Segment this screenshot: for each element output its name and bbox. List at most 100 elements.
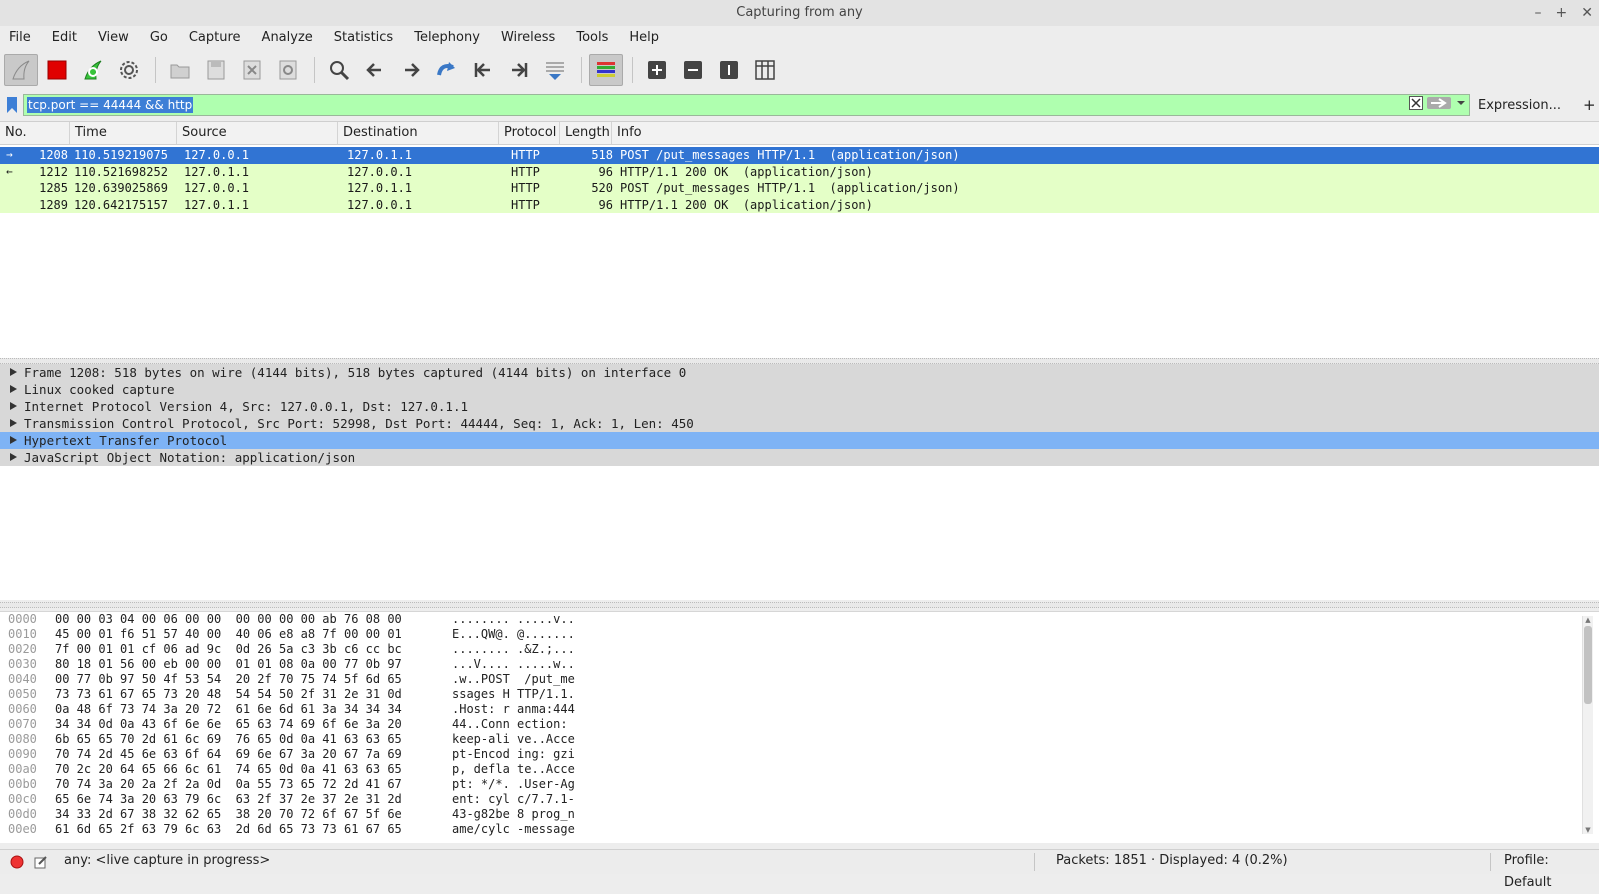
resize-columns-icon[interactable] bbox=[748, 54, 782, 86]
last-packet-icon[interactable] bbox=[502, 54, 536, 86]
menu-help[interactable]: Help bbox=[620, 30, 667, 45]
expert-info-icon[interactable] bbox=[10, 855, 24, 877]
byte-ascii: .w..POST /put_me bbox=[452, 672, 575, 686]
menu-view[interactable]: View bbox=[89, 30, 137, 45]
packet-protocol: HTTP bbox=[511, 164, 540, 179]
bytes-row[interactable]: 0060 0a 48 6f 73 74 3a 20 72 61 6e 6d 61 … bbox=[0, 702, 1599, 717]
bytes-row[interactable]: 0020 7f 00 01 01 cf 06 ad 9c 0d 26 5a c3 … bbox=[0, 642, 1599, 657]
col-header-time[interactable]: Time bbox=[70, 122, 177, 144]
menu-capture[interactable]: Capture bbox=[180, 30, 249, 45]
restart-capture-icon[interactable] bbox=[76, 54, 110, 86]
bytes-row[interactable]: 0040 00 77 0b 97 50 4f 53 54 20 2f 70 75 … bbox=[0, 672, 1599, 687]
packet-row[interactable]: 1289 120.642175157 127.0.1.1 127.0.0.1 H… bbox=[0, 196, 1599, 213]
profile-text[interactable]: Profile: Default bbox=[1504, 850, 1599, 894]
packet-row[interactable]: → 1208 110.519219075 127.0.0.1 127.0.1.1… bbox=[0, 147, 1599, 164]
col-header-no[interactable]: No. bbox=[0, 122, 70, 144]
bytes-row[interactable]: 00a0 70 2c 20 64 65 66 6c 61 74 65 0d 0a … bbox=[0, 762, 1599, 777]
packet-no: 1212 bbox=[39, 164, 68, 179]
byte-ascii: keep-ali ve..Acce bbox=[452, 732, 575, 746]
expand-triangle-icon[interactable] bbox=[10, 436, 17, 444]
add-filter-button[interactable]: + bbox=[1583, 96, 1596, 114]
col-header-source[interactable]: Source bbox=[177, 122, 338, 144]
minimize-button[interactable]: – bbox=[1535, 0, 1542, 26]
bytes-row[interactable]: 00e0 61 6d 65 2f 63 79 6c 63 2d 6d 65 73 … bbox=[0, 822, 1599, 837]
tree-item-label: Linux cooked capture bbox=[24, 382, 175, 397]
maximize-button[interactable]: + bbox=[1556, 0, 1568, 26]
zoom-out-icon[interactable] bbox=[676, 54, 710, 86]
byte-hex: 61 6d 65 2f 63 79 6c 63 2d 6d 65 73 73 6… bbox=[55, 822, 402, 836]
display-filter-text[interactable]: tcp.port == 44444 && http bbox=[27, 97, 194, 113]
menu-statistics[interactable]: Statistics bbox=[325, 30, 401, 45]
menu-tools[interactable]: Tools bbox=[567, 30, 616, 45]
normal-size-icon[interactable] bbox=[712, 54, 746, 86]
expression-button[interactable]: Expression... bbox=[1478, 98, 1561, 113]
tree-item-tcp[interactable]: Transmission Control Protocol, Src Port:… bbox=[0, 415, 1599, 432]
bytes-row[interactable]: 00b0 70 74 3a 20 2a 2f 2a 0d 0a 55 73 65 … bbox=[0, 777, 1599, 792]
bytes-row[interactable]: 0070 34 34 0d 0a 43 6f 6e 6e 65 63 74 69 … bbox=[0, 717, 1599, 732]
tree-item-frame[interactable]: Frame 1208: 518 bytes on wire (4144 bits… bbox=[0, 364, 1599, 381]
close-window-button[interactable]: ✕ bbox=[1581, 0, 1593, 26]
bytes-row[interactable]: 0080 6b 65 65 70 2d 61 6c 69 76 65 0d 0a … bbox=[0, 732, 1599, 747]
tree-item-label: Hypertext Transfer Protocol bbox=[24, 433, 228, 448]
tree-item-json[interactable]: JavaScript Object Notation: application/… bbox=[0, 449, 1599, 466]
capture-options-gear-icon[interactable] bbox=[112, 54, 146, 86]
bytes-row[interactable]: 0010 45 00 01 f6 51 57 40 00 40 06 e8 a8 … bbox=[0, 627, 1599, 642]
bytes-scrollbar[interactable]: ▲ ▼ bbox=[1582, 616, 1593, 834]
expand-triangle-icon[interactable] bbox=[10, 402, 17, 410]
bytes-row[interactable]: 00c0 65 6e 74 3a 20 63 79 6c 63 2f 37 2e … bbox=[0, 792, 1599, 807]
go-to-packet-icon[interactable] bbox=[430, 54, 464, 86]
packet-row[interactable]: ← 1212 110.521698252 127.0.1.1 127.0.0.1… bbox=[0, 163, 1599, 180]
find-packet-magnifier-icon[interactable] bbox=[322, 54, 356, 86]
byte-hex: 0a 48 6f 73 74 3a 20 72 61 6e 6d 61 3a 3… bbox=[55, 702, 402, 716]
save-file-icon[interactable] bbox=[199, 54, 233, 86]
open-file-folder-icon[interactable] bbox=[163, 54, 197, 86]
scroll-down-icon[interactable]: ▼ bbox=[1583, 826, 1593, 834]
zoom-in-icon[interactable] bbox=[640, 54, 674, 86]
clear-filter-icon[interactable] bbox=[1409, 96, 1423, 114]
byte-ascii: 43-g82be 8 prog_n bbox=[452, 807, 575, 821]
menu-analyze[interactable]: Analyze bbox=[253, 30, 321, 45]
packet-row[interactable]: 1285 120.639025869 127.0.0.1 127.0.1.1 H… bbox=[0, 180, 1599, 197]
col-header-destination[interactable]: Destination bbox=[338, 122, 499, 144]
go-back-arrow-icon[interactable] bbox=[358, 54, 392, 86]
byte-offset: 00b0 bbox=[8, 777, 37, 791]
menu-file[interactable]: File bbox=[0, 30, 39, 45]
first-packet-icon[interactable] bbox=[466, 54, 500, 86]
menu-go[interactable]: Go bbox=[141, 30, 176, 45]
tree-item-linux-cooked[interactable]: Linux cooked capture bbox=[0, 381, 1599, 398]
expand-triangle-icon[interactable] bbox=[10, 419, 17, 427]
menu-edit[interactable]: Edit bbox=[43, 30, 85, 45]
bytes-row[interactable]: 0090 70 74 2d 45 6e 63 6f 64 69 6e 67 3a … bbox=[0, 747, 1599, 762]
stop-capture-icon[interactable] bbox=[40, 54, 74, 86]
tree-item-ipv4[interactable]: Internet Protocol Version 4, Src: 127.0.… bbox=[0, 398, 1599, 415]
close-file-icon[interactable] bbox=[235, 54, 269, 86]
packet-list-header: No. Time Source Destination Protocol Len… bbox=[0, 122, 1599, 145]
capture-comment-icon[interactable] bbox=[34, 855, 48, 877]
display-filter-input[interactable]: tcp.port == 44444 && http bbox=[23, 94, 1470, 116]
bytes-row[interactable]: 0030 80 18 01 56 00 eb 00 00 01 01 08 0a … bbox=[0, 657, 1599, 672]
filter-history-dropdown-icon[interactable] bbox=[1455, 96, 1467, 114]
scroll-up-icon[interactable]: ▲ bbox=[1583, 616, 1593, 624]
col-header-protocol[interactable]: Protocol bbox=[499, 122, 560, 144]
reload-file-icon[interactable] bbox=[271, 54, 305, 86]
bytes-row[interactable]: 00d0 34 33 2d 67 38 32 62 65 38 20 70 72 … bbox=[0, 807, 1599, 822]
byte-offset: 0010 bbox=[8, 627, 37, 641]
col-header-info[interactable]: Info bbox=[612, 122, 1599, 144]
filter-bookmark-icon[interactable] bbox=[3, 95, 21, 115]
expand-triangle-icon[interactable] bbox=[10, 385, 17, 393]
menu-telephony[interactable]: Telephony bbox=[405, 30, 488, 45]
pane-splitter[interactable] bbox=[0, 602, 1599, 608]
auto-scroll-icon[interactable] bbox=[538, 54, 572, 86]
go-forward-arrow-icon[interactable] bbox=[394, 54, 428, 86]
bytes-row[interactable]: 0000 00 00 03 04 00 06 00 00 00 00 00 00 … bbox=[0, 612, 1599, 627]
expand-triangle-icon[interactable] bbox=[10, 453, 17, 461]
scrollbar-thumb[interactable] bbox=[1584, 626, 1592, 704]
bytes-row[interactable]: 0050 73 73 61 67 65 73 20 48 54 54 50 2f … bbox=[0, 687, 1599, 702]
expand-triangle-icon[interactable] bbox=[10, 368, 17, 376]
shark-fin-start-icon[interactable] bbox=[4, 54, 38, 86]
tree-item-http[interactable]: Hypertext Transfer Protocol bbox=[0, 432, 1599, 449]
col-header-length[interactable]: Length bbox=[560, 122, 612, 144]
menu-wireless[interactable]: Wireless bbox=[492, 30, 563, 45]
apply-filter-arrow-icon[interactable] bbox=[1427, 96, 1451, 114]
colorize-packet-list-icon[interactable] bbox=[589, 54, 623, 86]
